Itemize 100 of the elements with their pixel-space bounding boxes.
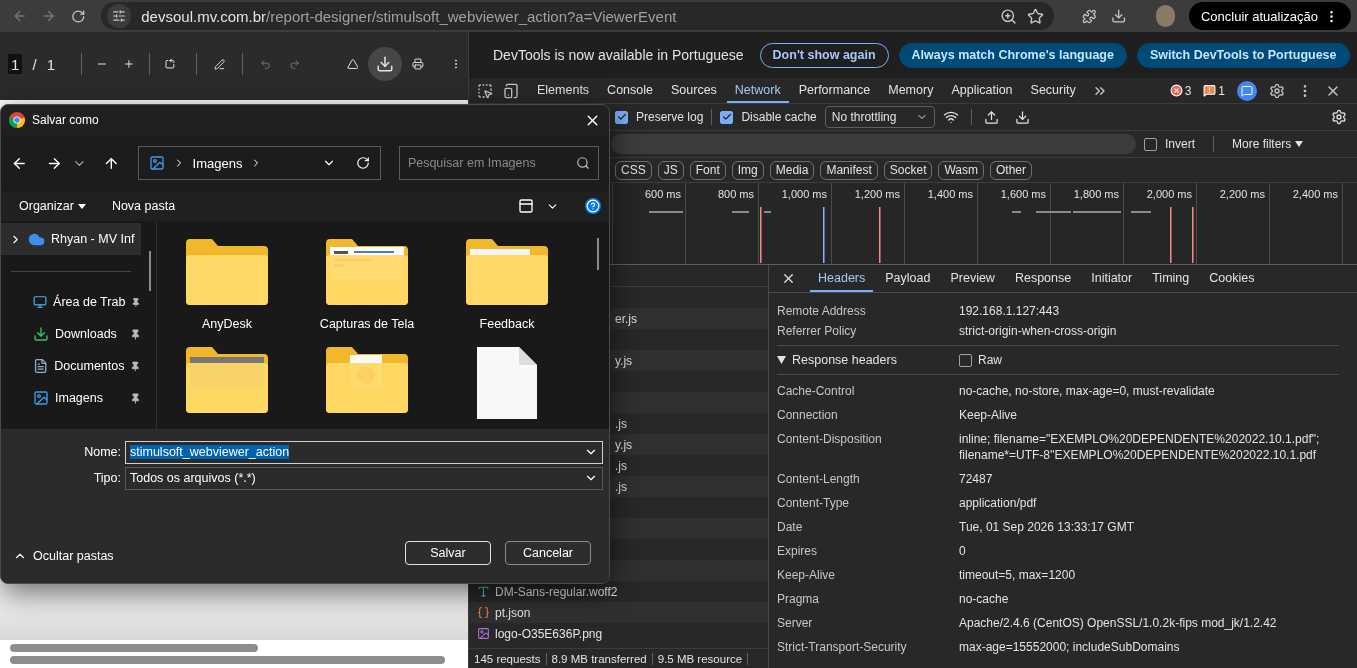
devtools-tab[interactable]: Security — [1022, 78, 1084, 103]
header-name: Date — [777, 519, 804, 535]
devtools-tab[interactable]: Application — [943, 78, 1021, 103]
checkbox[interactable] — [1144, 137, 1157, 151]
type-filter-chip[interactable]: Other — [990, 160, 1033, 180]
organize-menu[interactable]: Organizar — [19, 199, 86, 213]
scrollbar-thumb[interactable] — [597, 238, 599, 270]
request-name[interactable]: DM-Sans-regular.woff2 — [495, 584, 618, 599]
notice-button[interactable]: Always match Chrome's language — [898, 42, 1127, 68]
section-toggle[interactable]: Response headers — [777, 353, 959, 367]
devtools-tab[interactable]: Network — [726, 78, 789, 103]
download-button[interactable] — [368, 47, 403, 81]
download-icon[interactable] — [1110, 7, 1127, 25]
more-filters-button[interactable]: More filters — [1232, 137, 1304, 151]
scrollbar-thumb[interactable] — [149, 251, 151, 291]
type-filter-chip[interactable]: CSS — [615, 160, 652, 180]
checkbox[interactable] — [720, 110, 734, 124]
site-info-icon[interactable] — [107, 4, 132, 28]
close-icon[interactable] — [781, 271, 796, 286]
request-row[interactable]: pt.json — [469, 602, 768, 623]
file-type-select[interactable]: Todos os arquivos (*.*) — [125, 466, 603, 490]
filter-field[interactable] — [611, 134, 1136, 154]
header-name: Connection — [777, 407, 839, 423]
hide-folders-button[interactable]: Ocultar pastas — [13, 549, 114, 565]
details-tab[interactable]: Cookies — [1201, 265, 1263, 292]
import-icon[interactable] — [983, 109, 999, 125]
checkbox[interactable] — [959, 353, 972, 367]
warning-count[interactable]: 1 — [1203, 83, 1225, 98]
details-tab[interactable]: Response — [1006, 265, 1080, 292]
nav-item[interactable]: Área de Trab — [1, 286, 141, 318]
type-filter-chip[interactable]: Media — [769, 160, 815, 180]
bookmark-star-icon[interactable] — [1027, 7, 1045, 25]
nav-item[interactable]: Imagens — [1, 382, 141, 414]
request-name[interactable]: .js — [615, 479, 627, 494]
devtools-tab[interactable]: Console — [599, 78, 661, 103]
status-text: 9.5 MB resource — [652, 652, 749, 665]
devtools-tab[interactable]: Elements — [529, 78, 598, 103]
details-tab[interactable]: Timing — [1144, 265, 1198, 292]
page-number-field[interactable]: 1 — [8, 54, 23, 74]
device-toolbar-icon[interactable] — [503, 82, 519, 99]
request-name[interactable]: y.js — [615, 437, 633, 452]
header-value: strict-origin-when-cross-origin — [959, 323, 1118, 339]
file-name-field[interactable]: stimulsoft_webviewer_action — [125, 440, 603, 464]
scrollbar-thumb[interactable] — [10, 644, 258, 652]
inspect-icon[interactable] — [477, 82, 493, 99]
print-icon[interactable] — [412, 55, 425, 73]
zoom-icon[interactable] — [1000, 7, 1018, 25]
request-name[interactable]: y.js — [615, 353, 633, 368]
update-button[interactable]: Concluir atualização — [1188, 2, 1351, 30]
details-tab[interactable]: Preview — [942, 265, 1003, 292]
json-file-icon — [477, 606, 490, 619]
nav-item[interactable]: Downloads — [1, 318, 141, 350]
request-name[interactable]: pt.json — [495, 605, 531, 620]
field-label: Tipo: — [92, 471, 122, 485]
checkbox[interactable] — [615, 110, 628, 124]
file-name[interactable]: Capturas de Tela — [319, 317, 415, 331]
avatar[interactable] — [1156, 5, 1175, 27]
details-tab[interactable]: Headers — [810, 265, 874, 292]
type-filter-chip[interactable]: Socket — [883, 160, 933, 180]
throttling-select[interactable]: No throttling — [824, 106, 935, 128]
devtools-tab[interactable]: Performance — [790, 78, 879, 103]
dialog-button[interactable]: Cancelar — [505, 541, 591, 565]
file-name[interactable]: AnyDesk — [202, 317, 252, 331]
address-bar[interactable]: devsoul.mv.com.br/report-designer/stimulsoft_webviewer_action?a=ViewerEvent — [101, 2, 1055, 30]
type-filter-chip[interactable]: Manifest — [820, 160, 878, 180]
error-count[interactable]: 3 — [1169, 83, 1192, 98]
devtools-tab[interactable]: Memory — [880, 78, 942, 103]
chat-icon[interactable] — [1237, 80, 1257, 101]
nav-item[interactable]: Documentos — [1, 350, 141, 382]
request-name[interactable]: .js — [615, 458, 627, 473]
details-tab[interactable]: Initiator — [1083, 265, 1141, 292]
nav-item[interactable]: Rhyan - MV Inf — [1, 223, 141, 255]
network-conditions-icon[interactable] — [942, 109, 959, 125]
type-filter-chip[interactable]: JS — [657, 160, 684, 180]
type-filter-chip[interactable]: Img — [731, 160, 764, 180]
url-path: /report-designer/stimulsoft_webviewer_action?a=ViewerEvent — [266, 7, 678, 25]
help-icon[interactable] — [585, 198, 601, 214]
settings-icon[interactable] — [1269, 82, 1285, 99]
new-folder-button[interactable]: Nova pasta — [111, 199, 176, 213]
request-name[interactable]: .js — [615, 416, 627, 431]
type-filter-chip[interactable]: Font — [689, 160, 726, 180]
extensions-icon[interactable] — [1082, 7, 1097, 25]
header-value: application/pdf — [959, 495, 1038, 511]
notice-button[interactable]: Switch DevTools to Portuguese — [1136, 42, 1350, 68]
scrollbar-thumb[interactable] — [10, 656, 445, 664]
refresh-icon[interactable] — [355, 156, 370, 170]
export-icon[interactable] — [1014, 109, 1030, 125]
settings-icon[interactable] — [1331, 109, 1347, 125]
view-icon[interactable] — [518, 198, 534, 214]
type-filter-chip[interactable]: Wasm — [938, 160, 985, 180]
dialog-button[interactable]: Salvar — [405, 541, 491, 565]
search-field[interactable]: Pesquisar em Imagens — [398, 146, 599, 180]
reload-icon[interactable] — [70, 7, 86, 25]
chrome-logo-icon — [9, 112, 25, 128]
file-name[interactable]: Feedback — [479, 317, 535, 331]
address-box[interactable]: Imagens — [137, 146, 381, 180]
request-name[interactable]: er.js — [615, 311, 637, 326]
request-name[interactable]: logo-O35E636P.png — [495, 626, 603, 641]
details-tab[interactable]: Payload — [877, 265, 939, 292]
devtools-tab[interactable]: Sources — [663, 78, 725, 103]
